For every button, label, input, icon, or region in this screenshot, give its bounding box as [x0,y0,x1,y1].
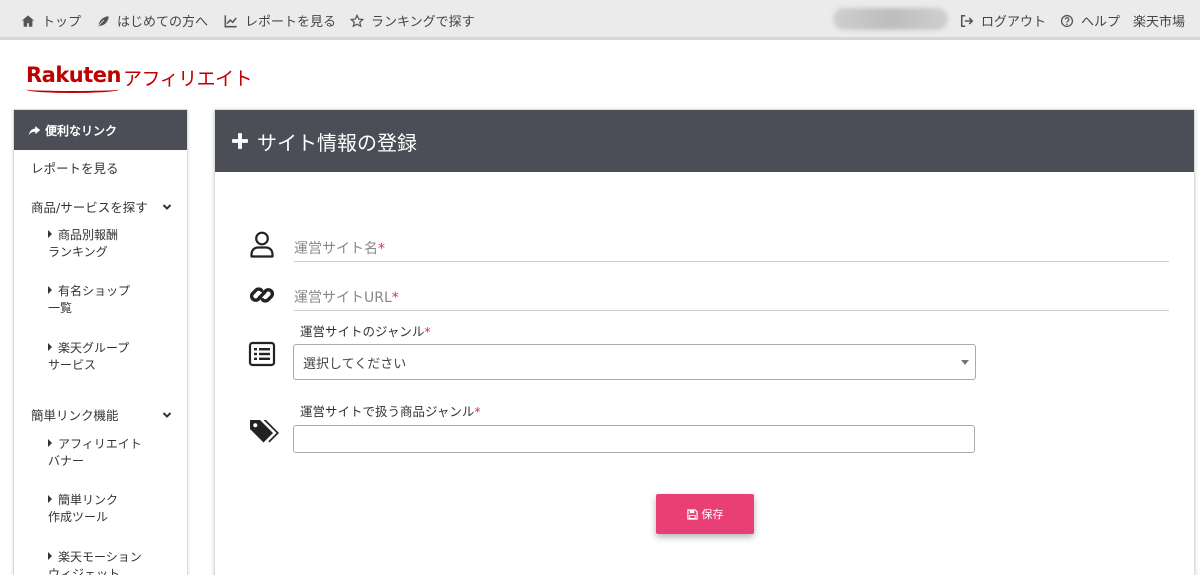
site-url-placeholder: 運営サイトURL [294,290,392,306]
home-icon [21,14,37,28]
affiliate-banner-line2: バナー [48,454,85,468]
link-tool-line2: 作成ツール [48,510,109,524]
save-icon [686,508,698,520]
product-genre-input[interactable] [293,425,975,453]
nav-help-label: ヘルプ [1081,15,1121,30]
required-mark: * [391,290,399,306]
chevron-down-icon[interactable] [161,409,173,421]
motion-widget-line1: 楽天モーション [58,550,142,564]
logo-brand: Rakuten [26,63,122,93]
leaf-icon [96,14,112,28]
question-circle-icon [1060,14,1076,28]
product-genre-label-text: 運営サイトで扱う商品ジャンル [300,404,475,419]
group-services-line2: サービス [48,358,97,372]
product-ranking-line2: ランキング [48,245,108,259]
nav-top-link[interactable]: トップ [21,11,81,30]
nav-logout-label: ログアウト [981,15,1047,30]
save-button-label: 保存 [701,508,724,521]
site-name-placeholder: 運営サイト名 [294,241,378,257]
site-url-field[interactable]: 運営サイトURL* [294,287,1169,311]
sidebar-item-group-services[interactable]: 楽天グループ サービス [48,340,129,374]
sidebar-item-motion-widget[interactable]: 楽天モーション ウィジェット [48,549,142,575]
sidebar-group-search[interactable]: 商品/サービスを探す [31,199,148,216]
caret-right-icon [48,439,52,447]
site-genre-select[interactable]: 選択してください [293,344,976,380]
caret-right-icon [48,343,52,351]
save-button[interactable]: 保存 [656,494,754,534]
logo-subtitle: アフィリエイト [123,68,253,90]
sidebar: 便利なリンク レポートを見る 商品/サービスを探す 商品別報酬 ランキング 有名… [13,109,188,575]
nav-rakuten-market-link[interactable]: 楽天市場 [1133,11,1185,30]
star-icon [350,13,366,28]
caret-right-icon [48,495,52,503]
sidebar-item-link-tool[interactable]: 簡単リンク 作成ツール [48,492,118,526]
famous-shops-line1: 有名ショップ [58,284,131,298]
nav-top-label: トップ [42,15,82,30]
product-ranking-line1: 商品別報酬 [58,228,119,242]
line-chart-icon [224,14,240,28]
plus-icon [232,133,248,149]
dropdown-caret-icon [961,360,969,365]
caret-right-icon [48,230,52,238]
sidebar-header: 便利なリンク [14,110,187,150]
nav-market-label: 楽天市場 [1133,15,1186,30]
nav-beginners-link[interactable]: はじめての方へ [96,11,208,30]
required-mark: * [424,324,431,339]
motion-widget-line2: ウィジェット [48,567,121,575]
rakuten-affiliate-logo[interactable]: Rakuten アフィリエイト [26,63,253,97]
share-arrow-icon [28,125,41,135]
site-genre-label: 運営サイトのジャンル* [300,321,431,340]
site-genre-label-text: 運営サイトのジャンル [300,324,425,339]
sidebar-item-product-ranking[interactable]: 商品別報酬 ランキング [48,227,118,261]
nav-help-link[interactable]: ヘルプ [1060,11,1120,30]
caret-right-icon [48,286,52,294]
site-genre-selected-value: 選択してください [303,356,407,372]
required-mark: * [474,404,481,419]
nav-beginners-label: はじめての方へ [117,15,209,30]
page-title: サイト情報の登録 [257,130,417,155]
sign-out-icon [960,14,976,28]
nav-report-label: レポートを見る [245,15,337,30]
sidebar-item-famous-shops[interactable]: 有名ショップ 一覧 [48,283,130,317]
username-redacted [833,8,948,30]
group-services-line1: 楽天グループ [58,341,130,355]
famous-shops-line2: 一覧 [48,301,73,315]
sidebar-item-report[interactable]: レポートを見る [31,160,119,177]
link-icon [247,280,277,310]
nav-report-link[interactable]: レポートを見る [224,11,336,30]
panel-header: サイト情報の登録 [215,110,1194,172]
caret-right-icon [48,552,52,560]
affiliate-banner-line1: アフィリエイト [58,437,142,451]
nav-ranking-link[interactable]: ランキングで探す [350,11,475,30]
chevron-down-icon[interactable] [161,201,173,213]
sidebar-header-label: 便利なリンク [45,123,118,138]
user-icon [247,229,277,259]
nav-logout-link[interactable]: ログアウト [960,11,1046,30]
list-icon [248,340,276,368]
tags-icon [247,416,281,446]
site-name-field[interactable]: 運営サイト名* [294,238,1169,262]
sidebar-group-easy-link[interactable]: 簡単リンク機能 [31,407,119,424]
top-navigation-bar: トップ はじめての方へ レポートを見る ランキングで探す ログアウト ヘルプ 楽… [0,0,1200,40]
nav-ranking-label: ランキングで探す [371,15,475,30]
link-tool-line1: 簡単リンク [58,493,119,507]
required-mark: * [378,241,385,257]
product-genre-label: 運営サイトで扱う商品ジャンル* [300,401,481,420]
sidebar-item-affiliate-banner[interactable]: アフィリエイト バナー [48,436,142,470]
